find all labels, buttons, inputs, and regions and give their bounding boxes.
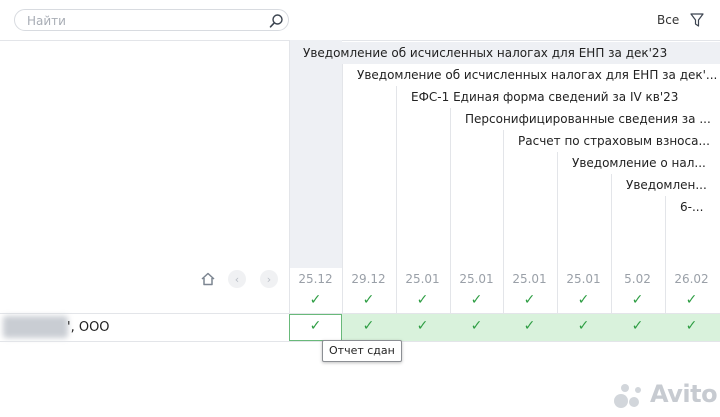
doc-title[interactable]: Персонифицированные сведения за ...	[461, 108, 720, 130]
filter-icon[interactable]	[689, 12, 705, 28]
check-icon: ✓	[470, 292, 483, 308]
column-date: 25.01	[405, 272, 440, 286]
org-name[interactable]: ', ООО	[67, 320, 110, 335]
check-icon[interactable]: ✓	[450, 318, 503, 334]
column-date: 29.12	[351, 272, 386, 286]
redacted-name	[3, 316, 68, 338]
check-icon[interactable]: ✓	[342, 318, 395, 334]
column-date: 25.01	[566, 272, 601, 286]
search-icon[interactable]	[268, 13, 284, 29]
watermark-text: Avito	[650, 380, 718, 408]
highlighted-column	[289, 40, 342, 268]
check-icon[interactable]: ✓	[503, 318, 556, 334]
chevron-left-icon[interactable]: ‹	[228, 270, 246, 288]
avito-logo-icon	[614, 384, 641, 408]
check-icon: ✓	[631, 292, 644, 308]
home-icon[interactable]	[199, 270, 217, 288]
column-date: 25.01	[512, 272, 547, 286]
column-date: 5.02	[624, 272, 651, 286]
check-icon: ✓	[309, 292, 322, 308]
check-icon[interactable]: ✓	[557, 318, 610, 334]
column-date: 26.02	[674, 272, 709, 286]
check-icon: ✓	[577, 292, 590, 308]
search-box[interactable]	[14, 9, 289, 31]
column-date: 25.12	[298, 272, 333, 286]
check-icon: ✓	[523, 292, 536, 308]
filter-label[interactable]: Все	[657, 13, 679, 27]
column-divider	[557, 150, 558, 314]
doc-title[interactable]: Уведомление о нал...	[568, 152, 720, 174]
check-icon[interactable]: ✓	[611, 318, 664, 334]
check-icon: ✓	[685, 292, 698, 308]
doc-title[interactable]: Расчет по страховым взноса...	[514, 130, 720, 152]
doc-title[interactable]: ЕФС-1 Единая форма сведений за IV кв'23	[407, 86, 720, 108]
doc-title[interactable]: Уведомление об исчисленных налогах для Е…	[353, 64, 720, 86]
header-divider	[0, 40, 720, 41]
check-icon[interactable]: ✓	[665, 318, 718, 334]
column-date: 25.01	[459, 272, 494, 286]
doc-title[interactable]: 6-...	[676, 196, 720, 218]
column-divider	[503, 128, 504, 314]
search-input[interactable]	[25, 12, 259, 30]
doc-title[interactable]: Уведомлен...	[622, 174, 720, 196]
check-icon: ✓	[416, 292, 429, 308]
chevron-right-icon[interactable]: ›	[260, 270, 278, 288]
check-icon[interactable]: ✓	[396, 318, 449, 334]
check-icon: ✓	[362, 292, 375, 308]
status-tooltip: Отчет сдан	[322, 340, 402, 362]
check-icon[interactable]: ✓	[289, 318, 342, 334]
doc-title[interactable]: Уведомление об исчисленных налогах для Е…	[299, 42, 720, 64]
